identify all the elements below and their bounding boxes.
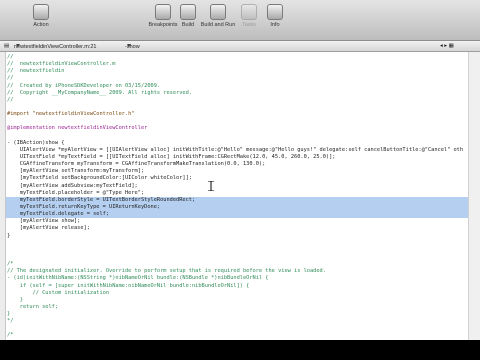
action-label: Action xyxy=(33,22,49,28)
code-line[interactable]: #import "newtextfieldinViewController.h" xyxy=(6,111,468,118)
navbar-extra-icons[interactable]: ◂ ▸ ▦ xyxy=(440,43,454,49)
source-code[interactable]: //// newtextfieldinViewController.m// ne… xyxy=(6,54,468,340)
code-line[interactable]: // newtextfieldinViewController.m xyxy=(6,61,468,68)
code-line[interactable]: // Copyright __MyCompanyName__ 2009. All… xyxy=(6,90,468,97)
code-line[interactable]: // newtextfieldin xyxy=(6,68,468,75)
code-line[interactable]: /* xyxy=(6,332,468,339)
code-line[interactable] xyxy=(6,247,468,254)
code-line[interactable] xyxy=(6,133,468,140)
code-line[interactable]: UIAlertView *myAlertView = [[UIAlertView… xyxy=(6,147,468,154)
code-line[interactable]: myTextField.borderStyle = UITextBorderSt… xyxy=(6,196,468,204)
code-line[interactable]: - (id)initWithNibName:(NSString *)nibNam… xyxy=(6,275,468,282)
code-line[interactable]: // Custom initialization xyxy=(6,290,468,297)
hammer-icon xyxy=(180,4,196,20)
run-icon xyxy=(210,4,226,20)
code-line[interactable]: } xyxy=(6,297,468,304)
code-editor[interactable]: //// newtextfieldinViewController.m// ne… xyxy=(0,52,480,340)
code-line[interactable] xyxy=(6,104,468,111)
code-line[interactable]: myTextField.placeholder = @"Type Here"; xyxy=(6,190,468,197)
code-line[interactable]: myTextField.delegate = self; xyxy=(6,211,468,219)
code-line[interactable]: [myAlertView show]; xyxy=(6,218,468,225)
info-label: Info xyxy=(270,22,280,28)
code-line[interactable] xyxy=(6,118,468,125)
code-line[interactable]: // xyxy=(6,75,468,82)
method-popup-label: -show xyxy=(125,44,140,50)
gear-icon xyxy=(33,4,49,20)
code-line[interactable] xyxy=(6,240,468,247)
code-line[interactable]: // The designated initializer. Override … xyxy=(6,268,468,275)
code-line[interactable]: [myAlertView release]; xyxy=(6,225,468,232)
info-icon xyxy=(267,4,283,20)
ibeam-cursor-icon xyxy=(208,181,214,191)
info-button[interactable]: Info xyxy=(252,2,298,28)
code-line[interactable]: if (self = [super initWithNibName:nibNam… xyxy=(6,283,468,290)
code-line[interactable]: [myAlertView setTransform:myTransform]; xyxy=(6,168,468,175)
code-line[interactable]: } xyxy=(6,311,468,318)
code-line[interactable]: // xyxy=(6,54,468,61)
code-line[interactable]: - (IBAction)show { xyxy=(6,140,468,147)
file-icon: ▤ xyxy=(4,42,10,49)
code-line[interactable]: } xyxy=(6,233,468,240)
code-line[interactable]: UITextField *myTextField = [[UITextField… xyxy=(6,154,468,161)
code-line[interactable]: return self; xyxy=(6,304,468,311)
file-popup-label: newtextfieldinViewController.m:21 xyxy=(14,44,97,50)
code-line[interactable]: // xyxy=(6,97,468,104)
navigation-bar: ▤ newtextfieldinViewController.m:21 -sho… xyxy=(0,41,480,52)
xcode-editor-window: Action Breakpoints Build Build and Run T… xyxy=(0,0,480,340)
code-line[interactable]: [myTextField setBackgroundColor:[UIColor… xyxy=(6,175,468,182)
method-popup[interactable]: -show xyxy=(125,43,140,50)
file-popup[interactable]: newtextfieldinViewController.m:21 xyxy=(14,43,96,50)
code-line[interactable] xyxy=(6,254,468,261)
screen: Action Breakpoints Build Build and Run T… xyxy=(0,0,480,360)
code-line[interactable]: // Created by iPhoneSDKDeveloper on 03/1… xyxy=(6,83,468,90)
code-line[interactable]: */ xyxy=(6,318,468,325)
code-line[interactable]: CGAffineTransform myTransform = CGAffine… xyxy=(6,161,468,168)
code-line[interactable]: myTextField.returnKeyType = UIReturnKeyD… xyxy=(6,203,468,212)
toolbar: Action Breakpoints Build Build and Run T… xyxy=(0,0,480,41)
code-line[interactable] xyxy=(6,325,468,332)
code-line[interactable]: @implementation newtextfieldinViewContro… xyxy=(6,125,468,132)
vertical-scrollbar[interactable] xyxy=(468,52,480,340)
action-button[interactable]: Action xyxy=(18,2,64,28)
code-line[interactable]: /* xyxy=(6,261,468,268)
code-line[interactable]: [myAlertView addSubview:myTextField]; xyxy=(6,183,468,190)
